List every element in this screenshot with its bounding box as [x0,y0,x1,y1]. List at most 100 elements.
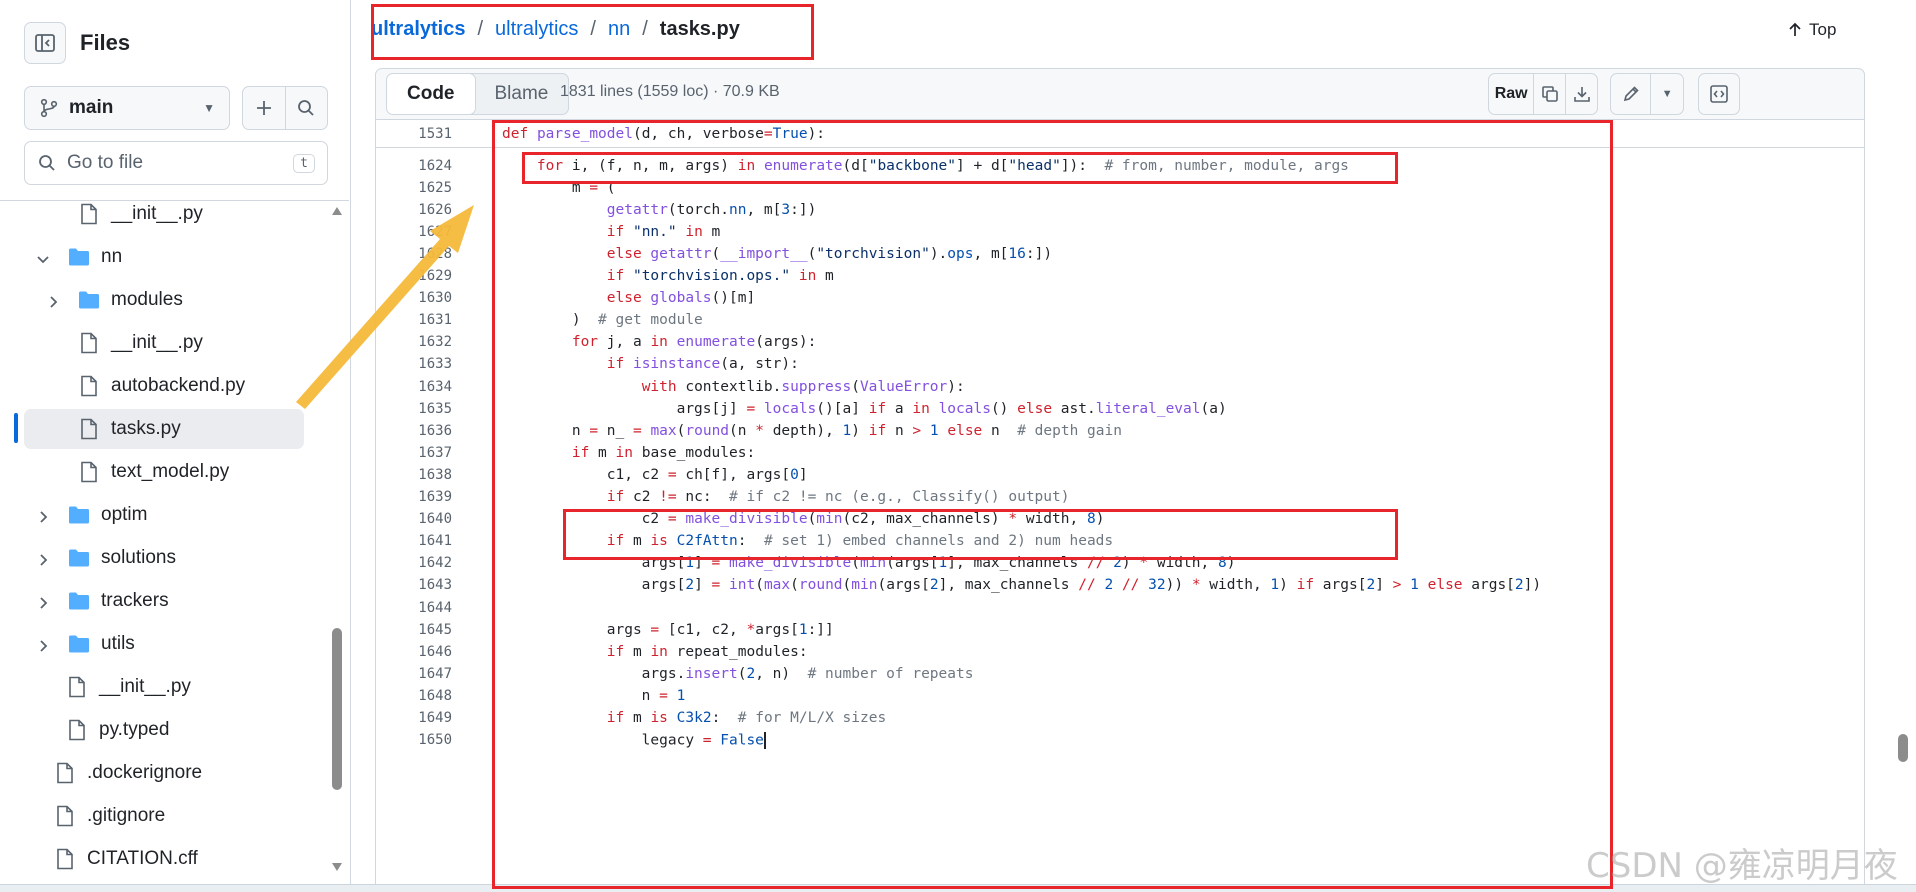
file-icon [56,762,74,790]
sidebar-item-autobackend-py[interactable]: autobackend.py [0,366,320,406]
raw-button[interactable]: Raw [1489,74,1535,114]
collapse-sidebar-button[interactable] [24,22,66,64]
line-number[interactable]: 1640 [376,511,452,527]
chevron-right-icon[interactable] [36,508,50,530]
line-number[interactable]: 1644 [376,600,452,616]
sidebar-item-label: __init__.py [111,203,203,224]
keyboard-shortcut-hint: t [293,153,315,173]
branch-selector[interactable]: main ▼ [24,86,230,130]
line-number[interactable]: 1643 [376,577,452,593]
folder-icon [68,505,90,531]
search-icon [298,100,314,116]
file-icon [80,375,98,403]
sidebar-item-nn[interactable]: nn [0,237,320,277]
breadcrumb-repo-link[interactable]: ultralytics [371,18,465,41]
download-raw-button[interactable] [1566,74,1597,114]
code-text: ) # get module [502,312,703,329]
line-number[interactable]: 1649 [376,710,452,726]
line-number[interactable]: 1650 [376,732,452,748]
sidebar-item-label: modules [111,289,183,310]
edit-file-button[interactable] [1611,74,1652,114]
line-number[interactable]: 1637 [376,445,452,461]
sidebar-item-label: utils [101,633,135,654]
chevron-right-icon[interactable] [36,594,50,616]
breadcrumb-folder-link[interactable]: ultralytics [495,18,578,41]
line-number[interactable]: 1641 [376,533,452,549]
scroll-down-icon[interactable] [331,862,343,872]
sidebar-item-solutions[interactable]: solutions [0,538,320,578]
folder-icon [68,634,90,660]
annotation-arrow-icon [296,205,474,409]
sidebar-item-dockerignore[interactable]: .dockerignore [0,753,320,793]
line-number[interactable]: 1645 [376,622,452,638]
sidebar-item-label: trackers [101,590,169,611]
sidebar-item-init-py[interactable]: __init__.py [0,667,320,707]
file-icon [68,719,86,747]
sidebar-item-label: nn [101,246,123,267]
code-text: if isinstance(a, str): [606,356,799,373]
sidebar-item-init-py[interactable]: __init__.py [0,200,320,234]
tab-code[interactable]: Code [387,74,476,114]
line-number[interactable]: 1639 [376,489,452,505]
sidebar-item-optim[interactable]: optim [0,495,320,535]
code-text: legacy = False [502,731,766,749]
chevron-right-icon[interactable] [36,637,50,659]
breadcrumb-separator: / [642,18,648,40]
sidebar-scrollbar-thumb[interactable] [332,628,342,790]
line-number[interactable]: 1642 [376,555,452,571]
copy-raw-button[interactable] [1534,74,1567,114]
code-text: if "torchvision.ops." in m [606,268,834,284]
symbols-panel-button[interactable] [1698,73,1740,115]
view-mode-toggle: Code Blame [386,73,570,115]
go-to-file-input[interactable]: Go to file t [24,141,328,185]
line-number[interactable]: 1646 [376,644,452,660]
top-label: Top [1809,20,1837,39]
sidebar-item-label: .dockerignore [87,762,203,783]
breadcrumb-subfolder-link[interactable]: nn [608,18,630,41]
chevron-right-icon[interactable] [46,293,60,315]
text-cursor [763,731,766,749]
file-icon [80,203,98,231]
code-text: with contextlib.suppress(ValueError): [641,378,965,395]
sidebar-title: Files [80,30,131,55]
tab-blame[interactable]: Blame [475,74,569,114]
search-files-button[interactable] [284,87,328,129]
sidebar-item-label: py.typed [99,719,170,740]
sidebar-item-init-py[interactable]: __init__.py [0,323,320,363]
plus-icon [256,101,271,115]
sidebar-item-gitignore[interactable]: .gitignore [0,796,320,836]
code-text: getattr(torch.nn, m[3:]) [606,201,817,218]
chevron-down-icon[interactable]: ▼ [1651,74,1683,114]
line-number[interactable]: 1624 [376,158,452,174]
code-text: if m in repeat_modules: [606,643,808,660]
back-to-top-button[interactable]: Top [1787,20,1836,40]
page-scrollbar-thumb[interactable] [1898,734,1908,762]
line-number[interactable]: 1648 [376,688,452,704]
code-line: 1531 def parse_model(d, ch, verbose=True)… [376,120,1864,147]
line-number[interactable]: 1638 [376,467,452,483]
code-text: else globals()[m] [606,290,756,307]
code-text: args.insert(2, n) # number of repeats [502,665,974,682]
chevron-down-icon: ▼ [203,101,215,115]
sidebar-item-citation-cff[interactable]: CITATION.cff [0,839,320,879]
code-text: m = ( [502,179,616,196]
chevron-down-icon[interactable] [36,250,50,272]
sidebar-item-utils[interactable]: utils [0,624,320,664]
sidebar-item-trackers[interactable]: trackers [0,581,320,621]
file-icon [80,332,98,360]
file-icon [56,848,74,876]
raw-copy-download-group: Raw [1488,73,1598,115]
line-number[interactable]: 1647 [376,666,452,682]
sidebar-item-py-typed[interactable]: py.typed [0,710,320,750]
line-number[interactable]: 1636 [376,423,452,439]
code-text: n = n_ = max(round(n * depth), 1) if n >… [502,422,1122,439]
line-number[interactable]: 1531 [376,126,452,142]
line-number[interactable]: 1625 [376,180,452,196]
add-file-button[interactable] [243,87,285,129]
sidebar-item-modules[interactable]: modules [0,280,320,320]
branch-name: main [69,97,114,118]
sidebar-item-tasks-py[interactable]: tasks.py [24,409,304,449]
chevron-right-icon[interactable] [36,551,50,573]
sidebar-item-text-model-py[interactable]: text_model.py [0,452,320,492]
pencil-icon [1623,86,1639,102]
